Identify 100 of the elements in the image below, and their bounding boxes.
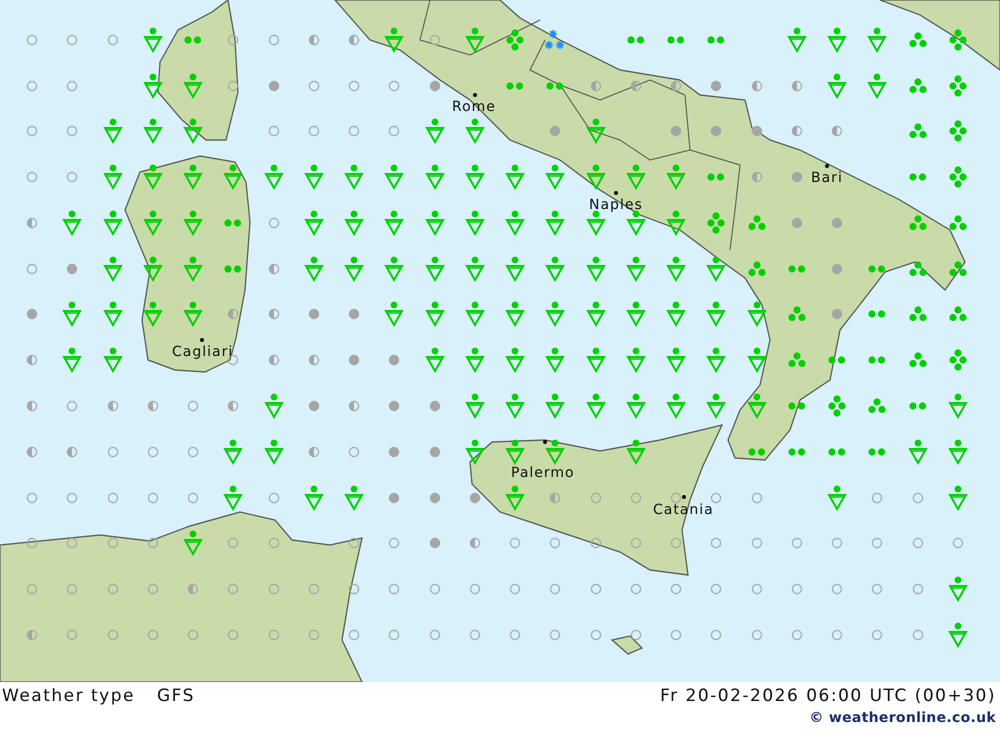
empty-circle-icon: [428, 583, 441, 596]
shower-icon: [264, 393, 284, 419]
empty-circle-icon: [227, 628, 240, 641]
shower-icon: [183, 118, 204, 144]
empty-circle-icon: [66, 628, 78, 641]
shower-icon: [344, 210, 364, 236]
empty-circle-icon: [590, 628, 602, 641]
empty-circle-icon: [630, 492, 642, 504]
drizzle-icon: [828, 356, 846, 364]
empty-circle-icon: [630, 628, 642, 641]
empty-circle-icon: [268, 583, 280, 596]
half-circle-icon: [670, 80, 682, 92]
half-circle-icon: [146, 400, 159, 412]
empty-circle-icon: [348, 446, 360, 458]
solid-circle-icon: [388, 492, 400, 504]
empty-circle-icon: [106, 628, 119, 641]
empty-circle-icon: [871, 492, 884, 504]
solid-circle-icon: [66, 262, 78, 275]
city-dot-icon: [200, 338, 204, 342]
heavy-rain-icon: [828, 395, 846, 417]
empty-circle-icon: [146, 537, 159, 550]
shower-icon: [424, 164, 445, 190]
shower-icon: [545, 393, 566, 419]
solid-circle-icon: [308, 400, 320, 412]
empty-circle-icon: [831, 583, 844, 596]
half-circle-icon: [630, 80, 642, 92]
empty-circle-icon: [66, 125, 78, 138]
shower-icon: [464, 26, 485, 53]
shower-icon: [666, 164, 686, 190]
empty-circle-icon: [912, 583, 924, 596]
city-dot-icon: [543, 440, 547, 444]
empty-circle-icon: [26, 583, 38, 596]
rain-icon: [788, 306, 806, 322]
empty-circle-icon: [509, 537, 522, 550]
empty-circle-icon: [26, 171, 38, 184]
half-circle-icon: [750, 80, 763, 92]
shower-icon: [102, 118, 123, 144]
empty-circle-icon: [750, 492, 763, 504]
heavy-rain-icon: [948, 166, 967, 188]
shower-icon: [223, 164, 244, 190]
empty-circle-icon: [590, 492, 602, 504]
shower-icon: [666, 256, 686, 282]
shower-icon: [948, 484, 968, 511]
shower-icon: [545, 438, 566, 465]
empty-circle-icon: [468, 583, 481, 596]
shower-icon: [948, 576, 968, 602]
city-label: Cagliari: [172, 343, 234, 361]
heavy-rain-icon: [948, 28, 967, 51]
shower-icon: [424, 301, 445, 328]
drizzle-icon: [828, 448, 846, 456]
shower-icon: [142, 26, 163, 53]
shower-icon: [142, 118, 163, 144]
shower-icon: [666, 393, 686, 419]
empty-circle-icon: [146, 492, 159, 504]
empty-circle-icon: [26, 80, 38, 92]
empty-circle-icon: [227, 34, 240, 46]
empty-circle-icon: [590, 583, 602, 596]
drizzle-icon: [908, 402, 927, 410]
rain-icon: [908, 78, 927, 94]
empty-circle-icon: [227, 80, 240, 92]
shower-icon: [304, 164, 324, 190]
empty-circle-icon: [268, 125, 280, 138]
solid-circle-icon: [790, 216, 803, 229]
rain-icon: [748, 214, 766, 231]
half-circle-icon: [831, 125, 844, 138]
shower-icon: [545, 347, 566, 374]
drizzle-icon: [788, 402, 806, 410]
empty-circle-icon: [106, 537, 119, 550]
shower-icon: [586, 393, 606, 419]
shower-icon: [183, 530, 204, 556]
empty-circle-icon: [268, 537, 280, 550]
shower-icon: [304, 256, 324, 282]
empty-circle-icon: [187, 628, 200, 641]
drizzle-icon: [868, 356, 886, 364]
empty-circle-icon: [831, 537, 844, 550]
shower-icon: [142, 164, 163, 190]
empty-circle-icon: [509, 628, 522, 641]
shower-icon: [304, 210, 324, 236]
city-dot-icon: [473, 93, 477, 97]
empty-circle-icon: [308, 628, 320, 641]
shower-icon: [948, 393, 968, 419]
empty-circle-icon: [106, 492, 119, 504]
empty-circle-icon: [268, 628, 280, 641]
rain-icon: [788, 352, 806, 368]
shower-icon: [948, 622, 968, 648]
empty-circle-icon: [26, 537, 38, 550]
half-circle-icon: [750, 171, 763, 184]
drizzle-icon: [224, 264, 242, 273]
shower-icon: [505, 347, 526, 374]
empty-circle-icon: [227, 537, 240, 550]
shower-icon: [545, 210, 566, 236]
empty-circle-icon: [388, 537, 400, 550]
half-circle-icon: [308, 446, 320, 458]
empty-circle-icon: [871, 628, 884, 641]
empty-circle-icon: [348, 537, 360, 550]
rain-icon: [908, 123, 927, 140]
solid-circle-icon: [549, 125, 562, 138]
empty-circle-icon: [630, 537, 642, 550]
empty-circle-icon: [790, 583, 803, 596]
shower-icon: [586, 256, 606, 282]
